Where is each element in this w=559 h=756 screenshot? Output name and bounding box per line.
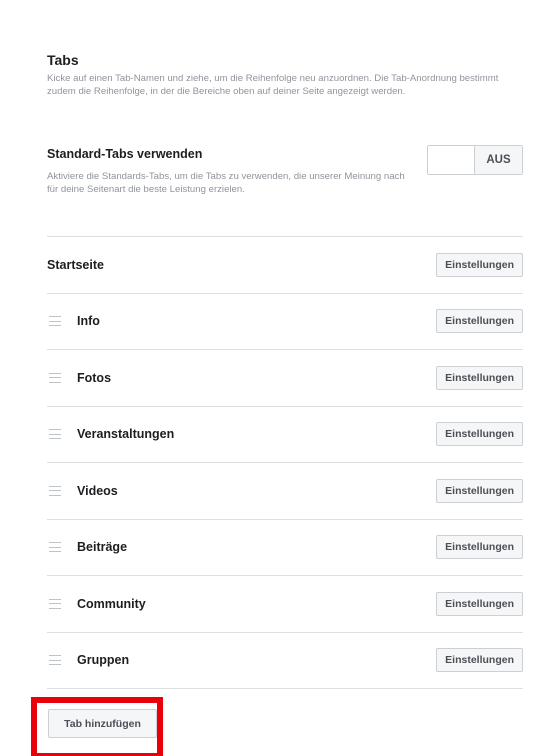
tab-name: Startseite — [47, 257, 104, 272]
toggle-state-label: AUS — [475, 146, 522, 174]
drag-handle-icon[interactable] — [49, 655, 61, 666]
standard-tabs-toggle[interactable]: AUS — [427, 145, 523, 175]
tab-row-info[interactable]: Info Einstellungen — [47, 294, 523, 350]
drag-handle-icon[interactable] — [49, 429, 61, 440]
tab-name: Fotos — [77, 370, 112, 385]
standard-tabs-title: Standard-Tabs verwenden — [47, 147, 203, 161]
settings-button[interactable]: Einstellungen — [436, 535, 523, 560]
tab-row-fotos[interactable]: Fotos Einstellungen — [47, 350, 523, 407]
drag-handle-icon[interactable] — [49, 485, 61, 496]
tabs-section-description: Kicke auf einen Tab-Namen und ziehe, um … — [47, 73, 499, 97]
tab-name: Info — [77, 314, 100, 329]
tab-name: Veranstaltungen — [77, 427, 175, 442]
settings-button[interactable]: Einstellungen — [436, 478, 523, 503]
settings-button[interactable]: Einstellungen — [436, 422, 523, 447]
settings-button[interactable]: Einstellungen — [436, 252, 523, 277]
toggle-knob — [428, 146, 475, 174]
tab-row-beitraege[interactable]: Beiträge Einstellungen — [47, 520, 523, 576]
tab-row-gruppen[interactable]: Gruppen Einstellungen — [47, 633, 523, 689]
settings-button[interactable]: Einstellungen — [436, 591, 523, 616]
tab-row-videos[interactable]: Videos Einstellungen — [47, 463, 523, 520]
add-tab-button[interactable]: Tab hinzufügen — [48, 709, 157, 738]
tab-name: Videos — [77, 483, 118, 498]
drag-handle-icon[interactable] — [49, 542, 61, 553]
drag-handle-icon[interactable] — [49, 598, 61, 609]
tab-name: Beiträge — [77, 540, 128, 555]
tab-list: Startseite Einstellungen Info Einstellun… — [47, 236, 523, 689]
drag-handle-icon[interactable] — [49, 372, 61, 383]
tab-row-community[interactable]: Community Einstellungen — [47, 576, 523, 633]
tab-name: Gruppen — [77, 653, 130, 668]
settings-button[interactable]: Einstellungen — [436, 365, 523, 390]
drag-handle-icon[interactable] — [49, 316, 61, 327]
settings-button[interactable]: Einstellungen — [436, 309, 523, 334]
tab-name: Community — [77, 596, 146, 611]
tab-row-veranstaltungen[interactable]: Veranstaltungen Einstellungen — [47, 407, 523, 463]
standard-tabs-description: Aktiviere die Standards-Tabs, um die Tab… — [47, 171, 405, 195]
tab-row-startseite: Startseite Einstellungen — [47, 237, 523, 294]
settings-button[interactable]: Einstellungen — [436, 648, 523, 673]
tabs-section-title: Tabs — [47, 52, 79, 68]
